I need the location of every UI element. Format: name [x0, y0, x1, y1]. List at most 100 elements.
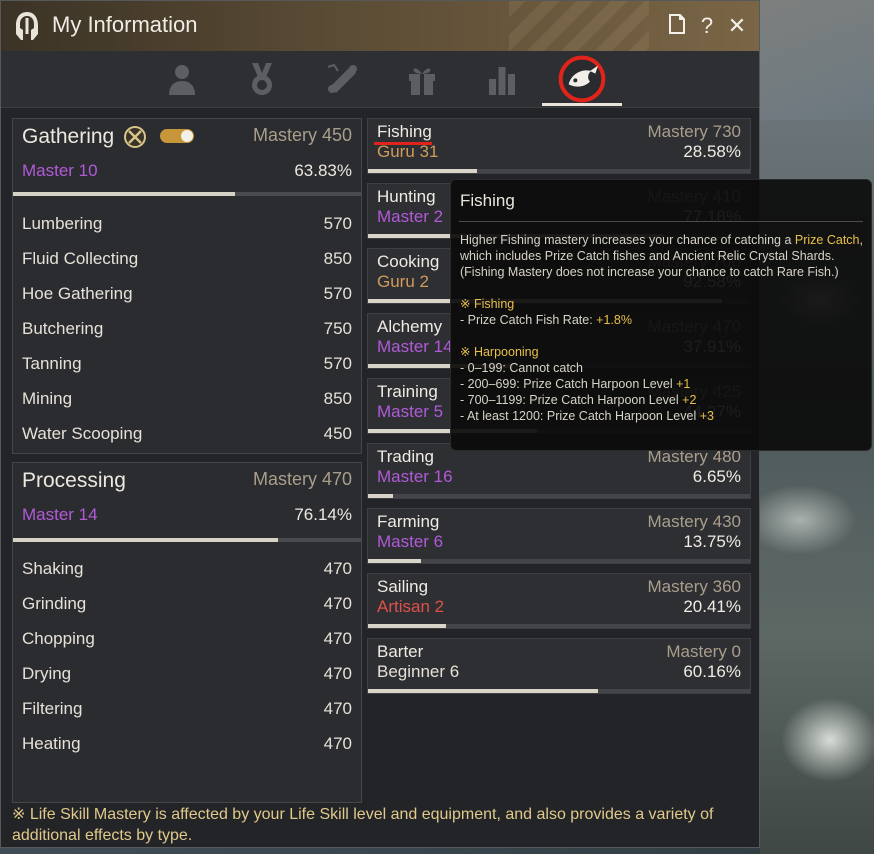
processing-row-value: 470 [323, 629, 352, 648]
tab-profile[interactable] [158, 57, 206, 101]
skill-card-barter[interactable]: Barter Beginner 6 Mastery 0 60.16% [367, 638, 751, 694]
gathering-row-name: Mining [22, 389, 73, 408]
processing-row-name: Chopping [22, 629, 95, 648]
skill-name: Hunting [377, 187, 436, 206]
tab-quests[interactable] [318, 57, 366, 101]
skill-name: Barter [377, 642, 424, 661]
processing-row-name: Shaking [22, 559, 84, 578]
crossed-tools-icon[interactable] [123, 125, 147, 149]
tab-rewards[interactable] [398, 57, 446, 101]
person-icon [169, 65, 195, 95]
gathering-row[interactable]: Water Scooping 450 [13, 424, 361, 448]
gathering-level: Master 10 [22, 161, 98, 180]
tooltip-fishing-heading: ※ Fishing [460, 297, 515, 311]
helmet-icon [16, 12, 38, 40]
processing-row-value: 470 [323, 594, 352, 613]
gathering-row-name: Tanning [22, 354, 82, 373]
skill-card-trading[interactable]: Trading Master 16 Mastery 480 6.65% [367, 443, 751, 499]
skill-progress-bar [368, 689, 750, 693]
gathering-row-name: Fluid Collecting [22, 249, 139, 268]
tooltip-separator [459, 221, 863, 222]
gathering-row[interactable]: Butchering 750 [13, 319, 361, 343]
skill-percent: 6.65% [692, 467, 741, 486]
skill-progress-bar [368, 559, 750, 563]
title-decoration [509, 1, 649, 51]
skill-level: Master 5 [377, 402, 444, 421]
tab-achievements[interactable] [238, 57, 286, 101]
gathering-title: Gathering [22, 125, 115, 148]
gathering-row[interactable]: Fluid Collecting 850 [13, 249, 361, 273]
tab-life-skills[interactable] [558, 55, 606, 103]
skill-level: Master 6 [377, 532, 444, 551]
processing-row[interactable]: Grinding 470 [13, 594, 361, 618]
tooltip-fishing-line: - Prize Catch Fish Rate: +1.8% [460, 313, 632, 327]
processing-mastery: Mastery 470 [252, 469, 352, 489]
processing-row[interactable]: Shaking 470 [13, 559, 361, 583]
gathering-row-value: 450 [323, 424, 352, 443]
gathering-row-value: 570 [323, 214, 352, 233]
tab-statistics[interactable] [478, 57, 526, 101]
skill-name: Sailing [377, 577, 429, 596]
skill-percent: 13.75% [683, 532, 741, 551]
skill-name: Training [377, 382, 438, 401]
skill-level: Guru 31 [377, 142, 439, 161]
skill-progress-fill [368, 624, 446, 628]
tooltip-harpoon-line: - 700–1199: Prize Catch Harpoon Level +2 [460, 393, 697, 407]
skill-progress-bar [368, 624, 750, 628]
gathering-row-name: Lumbering [22, 214, 103, 233]
gathering-row-value: 750 [323, 319, 352, 338]
gift-icon [409, 68, 435, 95]
skill-card-sailing[interactable]: Sailing Artisan 2 Mastery 360 20.41% [367, 573, 751, 629]
processing-row[interactable]: Chopping 470 [13, 629, 361, 653]
gathering-toggle[interactable] [160, 129, 194, 143]
gathering-row[interactable]: Lumbering 570 [13, 214, 361, 238]
skill-level: Master 16 [377, 467, 453, 486]
processing-row[interactable]: Filtering 470 [13, 699, 361, 723]
skill-level: Master 14 [377, 337, 453, 356]
title-bar[interactable]: My Information ? ✕ [1, 1, 759, 51]
processing-row-value: 470 [323, 664, 352, 683]
document-button[interactable] [665, 13, 689, 39]
active-tab-indicator [542, 103, 622, 106]
gathering-progress-bar [13, 192, 361, 196]
toggle-knob [181, 130, 193, 142]
skill-card-fishing[interactable]: Fishing Guru 31 Mastery 730 28.58% [367, 118, 751, 174]
gathering-row[interactable]: Mining 850 [13, 389, 361, 413]
footer-note: ※ Life Skill Mastery is affected by your… [12, 806, 714, 844]
gathering-row[interactable]: Hoe Gathering 570 [13, 284, 361, 308]
skill-percent: 20.41% [683, 597, 741, 616]
processing-title: Processing [22, 469, 126, 492]
skill-mastery: Mastery 0 [666, 642, 741, 661]
skill-progress-fill [368, 169, 478, 173]
skill-name: Fishing [377, 122, 432, 141]
processing-row-value: 470 [323, 559, 352, 578]
processing-progress-bar [13, 538, 361, 542]
skill-name: Alchemy [377, 317, 443, 336]
gathering-row-value: 850 [323, 389, 352, 408]
tooltip-harpoon-heading: ※ Harpooning [460, 345, 539, 359]
skill-level: Guru 2 [377, 272, 429, 291]
close-button[interactable]: ✕ [725, 13, 749, 39]
gathering-mastery: Mastery 450 [252, 125, 352, 145]
processing-row[interactable]: Heating 470 [13, 734, 361, 758]
processing-row-name: Heating [22, 734, 81, 753]
scroll-icon [327, 63, 357, 93]
gathering-row-name: Water Scooping [22, 424, 143, 443]
gathering-row[interactable]: Tanning 570 [13, 354, 361, 378]
tooltip-harpoon-line: - 0–199: Cannot catch [460, 361, 583, 375]
gathering-row-name: Hoe Gathering [22, 284, 133, 303]
processing-row[interactable]: Drying 470 [13, 664, 361, 688]
processing-panel: Processing Mastery 470 Master 14 76.14% … [12, 462, 362, 803]
skill-progress-fill [368, 689, 598, 693]
tooltip-description: Higher Fishing mastery increases your ch… [460, 233, 863, 279]
skill-level: Beginner 6 [377, 662, 460, 681]
skill-mastery: Mastery 360 [647, 577, 741, 596]
processing-row-name: Drying [22, 664, 72, 683]
skill-name: Trading [377, 447, 435, 466]
processing-level: Master 14 [22, 505, 98, 524]
skill-percent: 28.58% [683, 142, 741, 161]
skill-card-farming[interactable]: Farming Master 6 Mastery 430 13.75% [367, 508, 751, 564]
skill-level: Artisan 2 [377, 597, 445, 616]
help-button[interactable]: ? [695, 13, 719, 39]
gathering-row-name: Butchering [22, 319, 104, 338]
